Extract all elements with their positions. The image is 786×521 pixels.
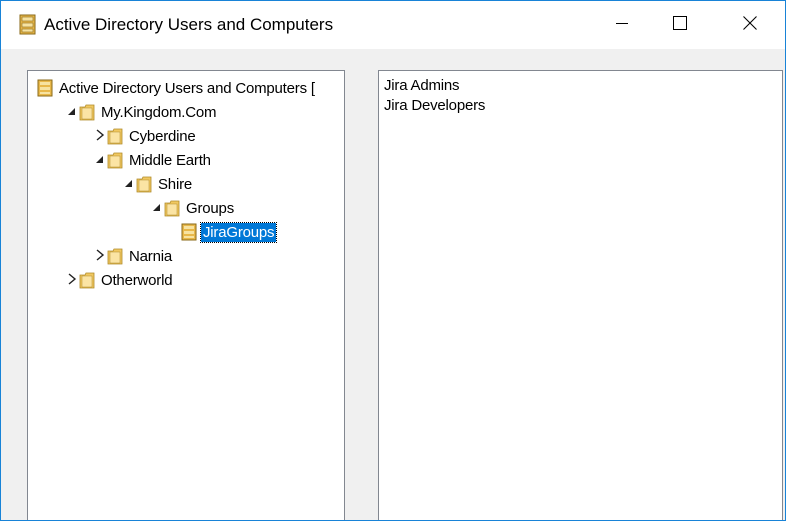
tree-item-label: Active Directory Users and Computers [ <box>59 79 315 97</box>
app-window: Active Directory Users and Computers Act… <box>0 0 786 521</box>
directory-book-icon <box>181 223 197 241</box>
tree-item-label: Groups <box>186 199 234 217</box>
folder-icon <box>107 127 123 145</box>
tree-item-jiragroups[interactable]: JiraGroups <box>181 221 278 243</box>
chevron-right-icon[interactable] <box>94 249 106 263</box>
directory-book-icon <box>19 14 37 36</box>
list-item-jira-admins[interactable]: Jira Admins <box>384 77 460 94</box>
maximize-icon <box>673 15 687 35</box>
tree-item-otherworld[interactable]: Otherworld <box>66 269 174 291</box>
chevron-expanded-icon[interactable] <box>151 201 163 215</box>
tree-item-my-kingdom[interactable]: My.Kingdom.Com <box>66 101 218 123</box>
chevron-expanded-icon[interactable] <box>123 177 135 191</box>
tree-item-label: JiraGroups <box>199 221 278 243</box>
tree-item-label: Narnia <box>129 247 172 265</box>
folder-icon <box>79 271 95 289</box>
tree-item-groups[interactable]: Groups <box>151 197 236 219</box>
tree-item-label: Cyberdine <box>129 127 196 145</box>
tree-item-label: My.Kingdom.Com <box>101 103 217 121</box>
tree-item-label: Middle Earth <box>129 151 211 169</box>
maximize-button[interactable] <box>657 1 703 49</box>
folder-icon <box>79 103 95 121</box>
minimize-button[interactable] <box>599 1 645 49</box>
folder-icon <box>107 151 123 169</box>
title-bar[interactable]: Active Directory Users and Computers <box>1 1 785 49</box>
list-view-pane[interactable]: Jira Admins Jira Developers <box>378 70 783 520</box>
tree-item-middle-earth[interactable]: Middle Earth <box>94 149 213 171</box>
chevron-right-icon[interactable] <box>94 129 106 143</box>
list-item-jira-developers[interactable]: Jira Developers <box>384 97 485 114</box>
close-button[interactable] <box>727 1 773 49</box>
chevron-right-icon[interactable] <box>66 273 78 287</box>
tree-item-label: Otherworld <box>101 271 173 289</box>
folder-icon <box>164 199 180 217</box>
minimize-icon <box>616 16 628 34</box>
folder-icon <box>107 247 123 265</box>
tree-item-narnia[interactable]: Narnia <box>94 245 174 267</box>
tree-item-cyberdine[interactable]: Cyberdine <box>94 125 198 147</box>
tree-item-label: Shire <box>158 175 193 193</box>
tree-view-pane[interactable]: Active Directory Users and Computers [ M… <box>27 70 345 520</box>
window-title: Active Directory Users and Computers <box>44 15 334 34</box>
folder-icon <box>136 175 152 193</box>
tree-item-root[interactable]: Active Directory Users and Computers [ <box>37 77 317 99</box>
tree-item-shire[interactable]: Shire <box>123 173 194 195</box>
chevron-expanded-icon[interactable] <box>66 105 78 119</box>
directory-book-icon <box>37 79 53 97</box>
chevron-expanded-icon[interactable] <box>94 153 106 167</box>
close-icon <box>743 15 757 35</box>
